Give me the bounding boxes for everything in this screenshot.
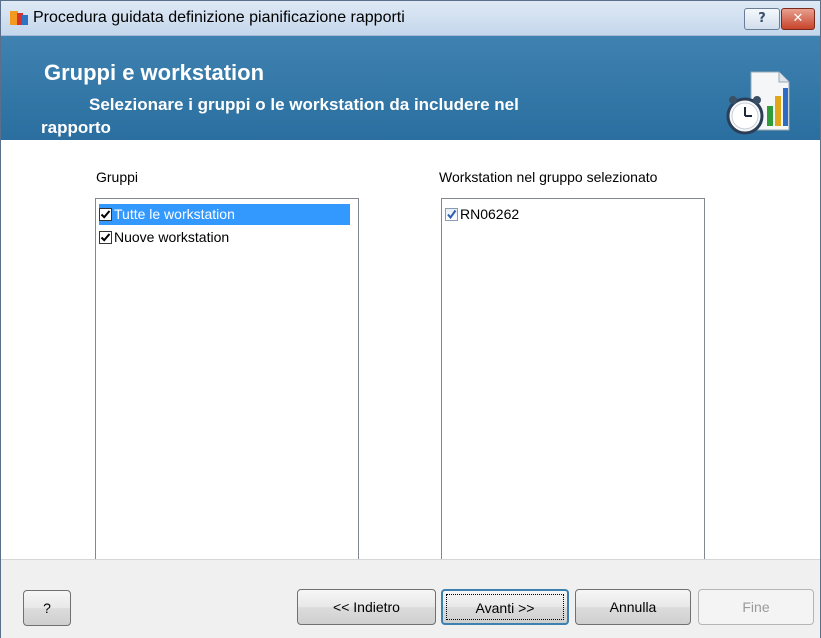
next-button[interactable]: Avanti >> xyxy=(441,589,569,625)
app-logo-icon xyxy=(10,11,28,25)
checkbox-all[interactable] xyxy=(99,208,112,221)
group-item-label: Nuove workstation xyxy=(114,229,230,245)
workstations-label: Workstation nel gruppo selezionato xyxy=(439,169,658,185)
group-item-label: Tutte le workstation xyxy=(114,206,235,222)
page-subtitle: Selezionare i gruppi o le workstation da… xyxy=(41,93,689,139)
wizard-footer: ? << Indietro Avanti >> Annulla Fine xyxy=(1,559,820,638)
window-title: Procedura guidata definizione pianificaz… xyxy=(33,9,405,26)
group-item-new[interactable]: Nuove workstation xyxy=(99,227,229,248)
workstations-list[interactable]: RN06262 xyxy=(441,198,705,571)
finish-button[interactable]: Fine xyxy=(698,589,814,625)
checkmark-icon xyxy=(447,209,457,220)
groups-list[interactable]: Tutte le workstation Nuove workstation xyxy=(95,198,359,571)
wizard-window: Procedura guidata definizione pianificaz… xyxy=(0,0,821,638)
title-bar[interactable]: Procedura guidata definizione pianificaz… xyxy=(1,1,820,36)
report-schedule-icon xyxy=(726,71,790,135)
cancel-button[interactable]: Annulla xyxy=(575,589,691,625)
checkmark-icon xyxy=(100,233,111,242)
workstation-checkbox[interactable] xyxy=(445,208,458,221)
checkbox-new[interactable] xyxy=(99,231,112,244)
subtitle-line-2: rapporto xyxy=(41,118,111,137)
title-help-button[interactable]: ? xyxy=(744,8,780,30)
subtitle-line-1: Selezionare i gruppi o le workstation da… xyxy=(89,95,519,114)
help-button[interactable]: ? xyxy=(23,590,71,626)
group-item-all[interactable]: Tutte le workstation xyxy=(99,204,350,225)
wizard-content: Gruppi Tutte le workstation Nuove workst… xyxy=(1,140,820,571)
groups-label: Gruppi xyxy=(96,169,139,185)
page-title: Gruppi e workstation xyxy=(44,60,265,85)
close-button[interactable]: ✕ xyxy=(781,8,815,30)
workstation-label: RN06262 xyxy=(460,206,520,222)
next-button-label: Avanti >> xyxy=(446,594,564,620)
wizard-header: Gruppi e workstation Selezionare i grupp… xyxy=(1,36,820,140)
back-button[interactable]: << Indietro xyxy=(297,589,436,625)
checkmark-icon xyxy=(100,210,111,219)
workstation-item[interactable]: RN06262 xyxy=(445,204,519,225)
